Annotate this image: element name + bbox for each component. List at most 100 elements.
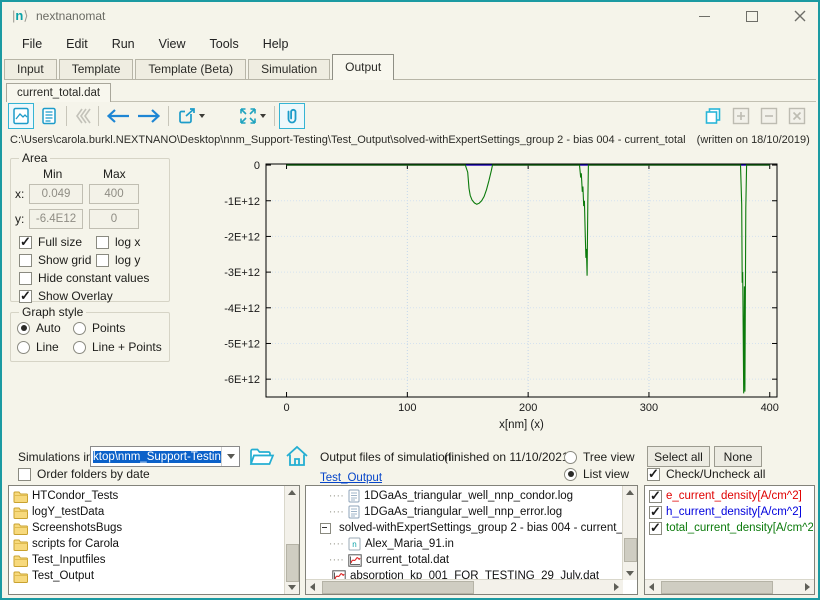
tree-horizontal-scrollbar[interactable]	[306, 579, 623, 594]
close-button[interactable]	[786, 6, 814, 26]
series-scroll-left-arrow[interactable]	[649, 583, 654, 591]
hide-constant-values-checkbox[interactable]: Hide constant values	[19, 271, 149, 285]
series-checkbox-box[interactable]	[649, 490, 662, 503]
scroll-up-arrow[interactable]	[288, 490, 296, 495]
series-horizontal-scrollbar[interactable]	[645, 579, 814, 594]
attach-overlay-button[interactable]	[279, 103, 305, 129]
browse-folder-button[interactable]	[249, 445, 275, 472]
plot-canvas[interactable]: 01002003004000-1E+12-2E+12-3E+12-4E+12-5…	[172, 148, 820, 442]
menu-tools[interactable]: Tools	[198, 34, 251, 54]
folder-row[interactable]: Test_Inputfiles	[9, 552, 284, 568]
menu-view[interactable]: View	[147, 34, 198, 54]
output-folder-link[interactable]: Test_Output	[320, 468, 382, 486]
menu-help[interactable]: Help	[251, 34, 301, 54]
combobox-dropdown-arrow[interactable]	[221, 447, 239, 466]
series-hscroll-thumb[interactable]	[661, 581, 773, 594]
tree-item-label: current_total.dat	[366, 554, 449, 566]
copy-plot-button[interactable]	[700, 103, 726, 129]
show-overlay-checkbox[interactable]: Show Overlay	[19, 289, 113, 303]
collapse-expander-icon[interactable]	[320, 523, 331, 534]
tree-row[interactable]: ····1DGaAs_triangular_well_nnp_condor.lo…	[306, 488, 622, 504]
text-view-button[interactable]	[36, 103, 62, 129]
y-max-input[interactable]: 0	[89, 209, 139, 229]
x-min-input[interactable]: 0.049	[29, 184, 83, 204]
folders-vertical-scrollbar[interactable]	[284, 486, 299, 594]
tree-scroll-down-arrow[interactable]	[626, 571, 634, 576]
tab-input[interactable]: Input	[4, 59, 57, 80]
x-max-input[interactable]: 400	[89, 184, 139, 204]
series-row[interactable]: h_current_density[A/cm^2]	[645, 504, 813, 520]
minimize-button[interactable]	[690, 6, 718, 26]
full-size-label: Full size	[38, 235, 82, 249]
graph-style-auto-radio[interactable]: Auto	[17, 321, 61, 335]
full-size-checkbox[interactable]: Full size	[19, 235, 82, 249]
tab-simulation[interactable]: Simulation	[248, 59, 330, 80]
home-folder-button[interactable]	[285, 445, 309, 472]
points-radio-circle	[73, 322, 86, 335]
tab-template[interactable]: Template	[59, 59, 134, 80]
none-button[interactable]: None	[714, 446, 762, 467]
tree-scroll-left-arrow[interactable]	[310, 583, 315, 591]
simulations-in-label: Simulations in	[18, 446, 93, 468]
scroll-down-arrow[interactable]	[288, 585, 296, 590]
tab-template-beta[interactable]: Template (Beta)	[135, 59, 246, 80]
svg-text:x[nm] (x): x[nm] (x)	[499, 419, 544, 431]
check-uncheck-all-checkbox[interactable]: Check/Uncheck all	[647, 467, 765, 481]
series-row[interactable]: e_current_density[A/cm^2]	[645, 488, 813, 504]
menu-run[interactable]: Run	[100, 34, 147, 54]
order-folders-checkbox[interactable]: Order folders by date	[18, 467, 150, 481]
export-icon	[177, 107, 197, 125]
tree-hscroll-thumb[interactable]	[322, 581, 474, 594]
log-y-checkbox[interactable]: log y	[96, 253, 140, 267]
folders-scroll-thumb[interactable]	[286, 544, 299, 582]
log-y-label: log y	[115, 253, 140, 267]
list-view-label: List view	[583, 467, 629, 481]
show-grid-checkbox[interactable]: Show grid	[19, 253, 91, 267]
menu-edit[interactable]: Edit	[54, 34, 100, 54]
tree-vertical-scrollbar[interactable]	[622, 486, 637, 580]
list-view-radio[interactable]: List view	[564, 467, 629, 481]
y-min-input[interactable]: -6.4E12	[29, 209, 83, 229]
fit-to-window-button[interactable]	[234, 103, 270, 129]
select-all-button[interactable]: Select all	[647, 446, 710, 467]
folder-row[interactable]: HTCondor_Tests	[9, 488, 284, 504]
log-x-checkbox[interactable]: log x	[96, 235, 140, 249]
log-y-checkbox-box	[96, 254, 109, 267]
tree-scroll-right-arrow[interactable]	[614, 583, 619, 591]
series-checkbox-box[interactable]	[649, 506, 662, 519]
menu-file[interactable]: File	[10, 34, 54, 54]
series-scroll-right-arrow[interactable]	[805, 583, 810, 591]
tree-view-radio[interactable]: Tree view	[564, 450, 635, 464]
check-all-label: Check/Uncheck all	[666, 467, 765, 481]
tree-scroll-thumb[interactable]	[624, 538, 637, 562]
folder-row[interactable]: logY_testData	[9, 504, 284, 520]
tree-row[interactable]: ····current_total.dat	[306, 552, 622, 568]
svg-text:-4E+12: -4E+12	[224, 303, 260, 315]
maximize-button[interactable]	[738, 6, 766, 26]
points-radio-label: Points	[92, 321, 125, 335]
tree-scroll-up-arrow[interactable]	[626, 490, 634, 495]
tab-current-total-dat[interactable]: current_total.dat	[6, 83, 111, 102]
back-button[interactable]	[103, 103, 133, 129]
export-button[interactable]	[173, 103, 209, 129]
tree-row[interactable]: ····1DGaAs_triangular_well_nnp_error.log	[306, 504, 622, 520]
tree-row[interactable]: solved-withExpertSettings_group 2 - bias…	[306, 520, 622, 536]
close-all-tabs-button[interactable]	[784, 103, 810, 129]
forward-button[interactable]	[134, 103, 164, 129]
graph-style-points-radio[interactable]: Points	[73, 321, 125, 335]
graph-style-line-radio[interactable]: Line	[17, 340, 59, 354]
add-tab-button[interactable]	[728, 103, 754, 129]
overlay-layers-button[interactable]	[70, 103, 96, 129]
plot-view-button[interactable]	[8, 103, 34, 129]
remove-tab-button[interactable]	[756, 103, 782, 129]
simulation-folder-combobox[interactable]: ktop\nnm_Support-Testing	[90, 446, 240, 467]
order-folders-label: Order folders by date	[37, 467, 150, 481]
folder-row[interactable]: ScreenshotsBugs	[9, 520, 284, 536]
tab-output[interactable]: Output	[332, 54, 394, 80]
folder-row[interactable]: scripts for Carola	[9, 536, 284, 552]
tree-row[interactable]: ····nAlex_Maria_91.in	[306, 536, 622, 552]
graph-style-line-points-radio[interactable]: Line + Points	[73, 340, 162, 354]
series-checkbox-box[interactable]	[649, 522, 662, 535]
folder-row[interactable]: Test_Output	[9, 568, 284, 584]
series-row[interactable]: total_current_density[A/cm^2]	[645, 520, 813, 536]
